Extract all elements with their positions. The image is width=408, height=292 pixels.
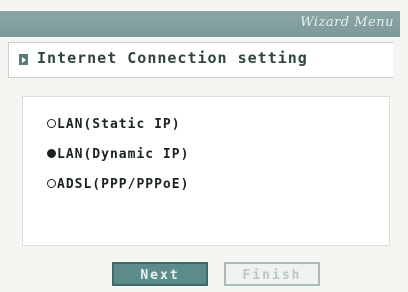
section-title: Internet Connection setting	[37, 49, 308, 67]
title-bar: Wizard Menu	[0, 11, 400, 37]
radio-button-unchecked-icon[interactable]	[47, 179, 56, 188]
option-label: LAN(Static IP)	[57, 117, 181, 132]
option-label: LAN(Dynamic IP)	[57, 147, 190, 162]
option-adsl[interactable]: ADSL(PPP/PPPoE)	[47, 177, 189, 201]
radio-button-checked-icon[interactable]	[47, 149, 56, 158]
finish-button[interactable]: Finish	[224, 262, 320, 286]
option-label: ADSL(PPP/PPPoE)	[57, 177, 190, 192]
connection-options-box: LAN(Static IP) LAN(Dynamic IP) ADSL(PPP/…	[22, 96, 390, 246]
radio-button-unchecked-icon[interactable]	[47, 119, 56, 128]
option-lan-static[interactable]: LAN(Static IP)	[47, 117, 181, 141]
next-button[interactable]: Next	[112, 262, 208, 286]
window-title: Wizard Menu	[300, 15, 394, 30]
option-lan-dynamic[interactable]: LAN(Dynamic IP)	[47, 147, 189, 171]
wizard-window: Wizard Menu Internet Connection setting …	[0, 0, 408, 292]
arrow-right-icon	[19, 54, 28, 65]
section-header: Internet Connection setting	[8, 42, 393, 78]
